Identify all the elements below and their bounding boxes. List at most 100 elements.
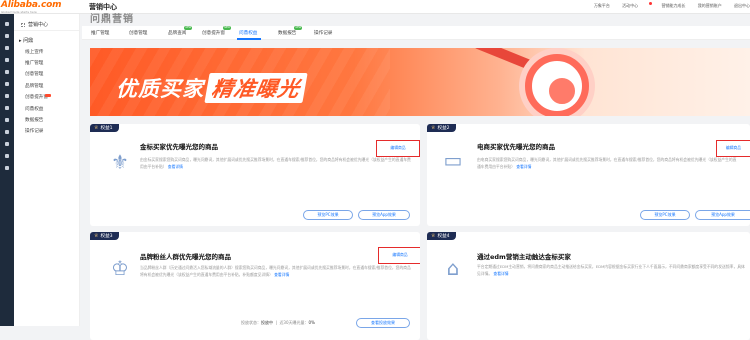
tab-label: 创意提升窗	[202, 31, 225, 36]
logo-text: Alibaba.com	[1, 0, 62, 10]
details-link[interactable]: 查看详情	[493, 271, 508, 276]
rail-help-icon[interactable]	[5, 166, 9, 170]
tab-bar: 推广管理 创意管理 品牌查阅 NEW 创意提升窗 NEW 问鼎权益 数据报告 NEW …	[82, 26, 750, 40]
medal-icon: ⚜	[111, 150, 129, 174]
ribbon-label: 权益2	[437, 126, 450, 131]
grid-icon	[21, 23, 25, 27]
card-title: 金标买家优先曝光您的商品	[140, 143, 218, 151]
preview-app-button[interactable]: 预览App效果	[695, 210, 750, 220]
preview-app-button[interactable]: 预览App效果	[358, 210, 410, 220]
details-link[interactable]: 查看详情	[168, 164, 183, 169]
delivery-status: 投放状态：投放中 | 近30天曝光量：0%	[241, 320, 315, 325]
rail-chart-icon[interactable]	[5, 82, 9, 86]
preview-pc-button[interactable]: 预览PC效果	[640, 210, 690, 220]
details-link[interactable]: 查看详情	[274, 272, 289, 277]
rail-home-icon[interactable]	[5, 58, 9, 62]
rail-settings-icon[interactable]	[5, 118, 9, 122]
nav-item-exit[interactable]: 退出中心	[734, 3, 750, 8]
tab-label: 数据报告	[278, 31, 297, 36]
crown-small-icon: ♕	[431, 125, 436, 131]
tab-label: 问鼎权益	[239, 31, 258, 36]
tab-creative-boost[interactable]: 创意提升窗 NEW	[202, 26, 231, 36]
top-nav: 万象平台 活动中心 营销能力成长 我的营销账户 退出中心	[594, 2, 750, 9]
rail-folder-icon[interactable]	[5, 142, 9, 146]
sidebar-item-data-report[interactable]: 数据报告	[14, 114, 79, 125]
rights-ribbon: ♕ 权益3	[90, 232, 119, 240]
tab-rights[interactable]: 问鼎权益	[239, 30, 257, 36]
tab-label: 品牌查阅	[168, 31, 187, 36]
edit-product-button[interactable]: 编辑商品	[378, 247, 420, 264]
details-link[interactable]: 查看详情	[516, 164, 531, 169]
rail-message-icon[interactable]	[5, 94, 9, 98]
tab-label: 创意管理	[129, 31, 148, 36]
rail-bell-icon[interactable]	[5, 154, 9, 158]
tab-promo-mgmt[interactable]: 推广管理	[91, 30, 109, 36]
nav-item-account[interactable]: 我的营销账户	[698, 3, 722, 8]
rail-megaphone-icon[interactable]	[5, 34, 9, 38]
crown-small-icon: ♕	[94, 233, 99, 239]
rail-cart-icon[interactable]	[5, 70, 9, 74]
card-description: 由金标买家搜索您购买词商品，曝光问鼎词，其他扩展词或优先搜买推荐场景时，在直通车…	[140, 157, 412, 170]
rights-ribbon: ♕ 权益1	[90, 124, 119, 132]
tab-brand[interactable]: 品牌查阅 NEW	[168, 26, 193, 36]
icon-rail	[0, 14, 14, 326]
exposure-label: 近30天曝光量	[279, 320, 305, 325]
sidebar-header: 营销中心	[14, 14, 79, 31]
ribbon-label: 权益4	[437, 234, 450, 239]
crown-small-icon: ♕	[431, 233, 436, 239]
rail-document-icon[interactable]	[5, 130, 9, 134]
new-badge: NEW	[184, 26, 193, 30]
nav-item-wanxiang[interactable]: 万象平台	[594, 3, 610, 8]
new-badge	[45, 93, 51, 97]
card-title: 电商买家优先曝光您的商品	[477, 143, 555, 151]
edit-product-button[interactable]: 编辑商品	[716, 140, 750, 157]
banner-headline: 优质买家 精准曝光	[116, 73, 308, 103]
rights-card-4: ♕ 权益4 ⌂ 通过edm营销主动触达金标买家 平台定期通过EDM主动营销，将问鼎…	[427, 232, 750, 340]
sidebar-item-operation-log[interactable]: 操作记录	[14, 126, 79, 137]
bag-icon: ▭	[443, 148, 463, 172]
card-title: 品牌粉丝人群优先曝光您的商品	[140, 253, 231, 261]
card-desc-text: 平台定期通过EDM主动营销，将问鼎商家的商品主动推送给金标买家，EDM内容根据金…	[477, 264, 745, 276]
ribbon-label: 权益1	[100, 126, 113, 131]
sidebar-item-promo-mgmt[interactable]: 推广管理	[14, 57, 79, 68]
sidebar-item-online-promo[interactable]: 线上宣传	[14, 46, 79, 57]
page-subtitle: 问鼎营销	[90, 14, 134, 25]
preview-pc-button[interactable]: 预览PC效果	[303, 210, 353, 220]
banner-text-b: 精准曝光	[204, 73, 308, 103]
sidebar-item-rights[interactable]: 问鼎权益	[14, 103, 79, 114]
sidebar-group-label: 问鼎	[23, 38, 34, 44]
rail-user-icon[interactable]	[5, 106, 9, 110]
card-description: 由电商买家搜索您购买词商品，曝光问鼎词，其他扩展词或优先搜买推荐场景时，在直通车…	[477, 157, 740, 170]
notification-dot	[649, 2, 653, 5]
sidebar-item-creative-boost[interactable]: 创意提升窗	[14, 92, 79, 103]
card-description: 当品牌粉丝人群（历史通过问鼎活入您私域流量的人群）搜索您购买词商品，曝光问鼎词，…	[140, 265, 412, 278]
tag-icon: ⌂	[446, 256, 460, 280]
sidebar-item-creative-mgmt[interactable]: 创意管理	[14, 69, 79, 80]
tab-operation-log[interactable]: 操作记录	[314, 30, 332, 36]
new-badge: NEW	[294, 26, 303, 30]
card-title: 通过edm营销主动触达金标买家	[477, 253, 571, 261]
status-value: 投放中	[261, 320, 273, 325]
card-description: 平台定期通过EDM主动营销，将问鼎商家的商品主动推送给金标买家，EDM内容根据金…	[477, 264, 746, 277]
main-content: 问鼎营销 推广管理 创意管理 品牌查阅 NEW 创意提升窗 NEW 问鼎权益 数据报…	[82, 14, 750, 340]
tab-creative-mgmt[interactable]: 创意管理	[129, 30, 147, 36]
tab-label: 推广管理	[91, 31, 110, 36]
nav-item-activity-label: 活动中心	[622, 3, 639, 8]
rail-star-icon[interactable]	[5, 22, 9, 26]
edit-product-button[interactable]: 编辑商品	[376, 140, 420, 157]
ribbon-label: 权益3	[100, 234, 113, 239]
tab-data-report[interactable]: 数据报告 NEW	[278, 26, 303, 36]
rail-shield-icon[interactable]	[5, 46, 9, 50]
sidebar-title: 营销中心	[28, 22, 49, 28]
sidebar-item-brand-mgmt[interactable]: 品牌管理	[14, 80, 79, 91]
view-effect-button[interactable]: 查看投放效果	[356, 318, 410, 328]
new-badge: NEW	[223, 26, 231, 30]
nav-item-activity[interactable]: 活动中心	[622, 2, 653, 8]
nav-item-growth[interactable]: 营销能力成长	[661, 3, 685, 8]
rights-card-2: ♕ 权益2 ▭ 电商买家优先曝光您的商品 由电商买家搜索您购买词商品，曝光问鼎词，…	[427, 124, 750, 226]
exposure-value: 0%	[308, 320, 315, 325]
crown-icon: ♔	[111, 256, 129, 280]
sidebar-group[interactable]: ▸ 问鼎	[14, 31, 79, 46]
alibaba-logo[interactable]: Alibaba.com Global trade starts here	[1, 0, 79, 15]
tab-label: 操作记录	[314, 31, 333, 36]
